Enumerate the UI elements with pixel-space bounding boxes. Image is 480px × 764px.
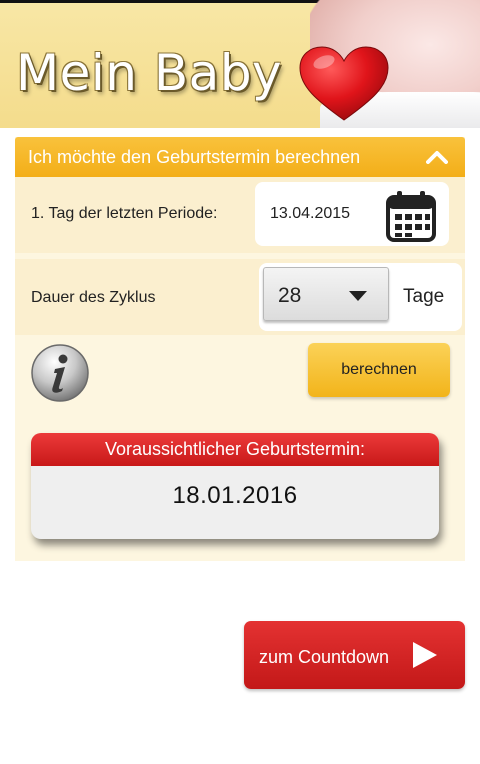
result-heading: Voraussichtlicher Geburtstermin:	[31, 433, 439, 466]
dropdown-arrow-icon	[349, 291, 367, 301]
app-header: Mein Baby	[0, 0, 480, 128]
cycle-length-value: 28	[278, 284, 302, 307]
due-date-calculator-card: Ich möchte den Geburtstermin berechnen 1…	[15, 137, 465, 561]
last-period-date-field[interactable]: 13.04.2015	[255, 182, 449, 246]
last-period-label: 1. Tag der letzten Periode:	[31, 205, 218, 222]
cycle-length-row: Dauer des Zyklus 28 Tage	[15, 259, 465, 335]
cycle-length-unit: Tage	[403, 286, 445, 307]
cycle-length-field: 28 Tage	[259, 263, 462, 331]
due-date-result: Voraussichtlicher Geburtstermin: 18.01.2…	[31, 433, 439, 539]
last-period-date-value: 13.04.2015	[270, 205, 351, 222]
calculator-section-header[interactable]: Ich möchte den Geburtstermin berechnen	[15, 137, 465, 177]
calculate-button[interactable]: berechnen	[308, 343, 450, 397]
countdown-button[interactable]: zum Countdown	[244, 621, 465, 689]
app-title: Mein Baby	[16, 44, 283, 102]
cycle-length-select[interactable]: 28	[263, 267, 389, 321]
info-icon[interactable]	[30, 343, 90, 403]
due-date-value: 18.01.2016	[172, 482, 298, 509]
last-period-row: 1. Tag der letzten Periode: 13.04.2015	[15, 177, 465, 253]
chevron-up-icon	[426, 151, 448, 164]
cycle-length-label: Dauer des Zyklus	[31, 289, 156, 306]
heart-icon	[299, 46, 389, 121]
play-icon	[413, 642, 437, 668]
section-title: Ich möchte den Geburtstermin berechnen	[28, 146, 361, 167]
calendar-icon[interactable]	[385, 189, 437, 243]
countdown-button-label: zum Countdown	[259, 647, 390, 667]
